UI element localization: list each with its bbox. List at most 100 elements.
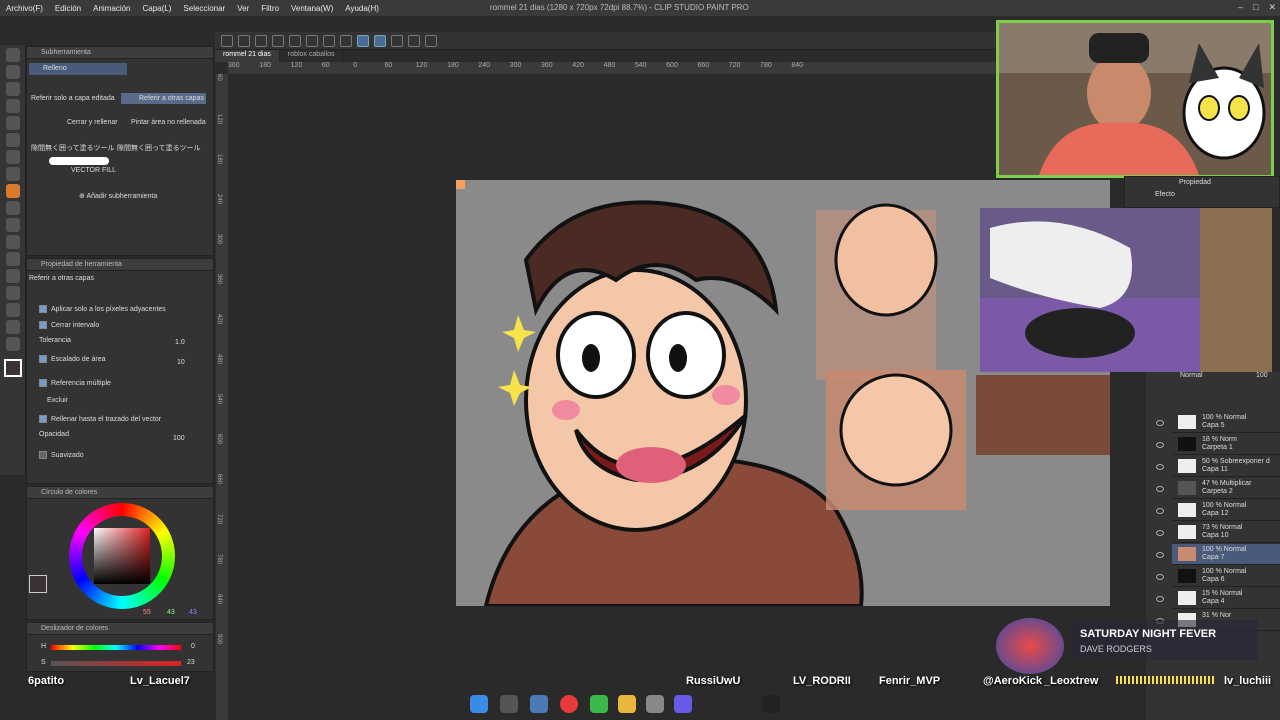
row-adjacent[interactable]: Aplicar solo a los píxeles adyacentes	[39, 305, 166, 313]
youtube-icon[interactable]	[560, 695, 578, 713]
subtool-refer-edited[interactable]: Referir solo a capa editada	[31, 95, 115, 102]
windows-start-icon[interactable]	[470, 695, 488, 713]
pencil-tool-icon[interactable]	[6, 150, 20, 164]
pen-tool-icon[interactable]	[6, 133, 20, 147]
gradient-tool-icon[interactable]	[6, 235, 20, 249]
opacity-value[interactable]: 100	[173, 435, 185, 442]
tool-property-tab[interactable]: Propiedad de herramienta	[27, 259, 213, 271]
layer-row[interactable]: 18 % Norm Carpeta 1	[1156, 434, 1280, 455]
row-tolerance[interactable]: Tolerancia	[39, 337, 71, 344]
fill-button[interactable]	[323, 34, 335, 47]
layer-row[interactable]: 100 % Normal Capa 5	[1156, 412, 1280, 433]
menu-view[interactable]: Ver	[231, 4, 255, 13]
rotate-button[interactable]	[408, 34, 420, 47]
brush-tool-icon[interactable]	[6, 167, 20, 181]
layer-blend-mode[interactable]: Normal	[1180, 372, 1203, 379]
layer-row[interactable]: 47 % Multiplicar Carpeta 2	[1156, 478, 1280, 499]
balloon-tool-icon[interactable]	[6, 320, 20, 334]
layer-opacity-value[interactable]: 100	[1256, 372, 1268, 379]
clear-button[interactable]	[306, 34, 318, 47]
layer-row[interactable]: 50 % Sobreexponer d Capa 11	[1156, 456, 1280, 477]
blend-tool-icon[interactable]	[6, 218, 20, 232]
tolerance-value[interactable]: 1.0	[175, 339, 185, 346]
main-color-swatch[interactable]	[4, 359, 22, 377]
color-slider-tab[interactable]: Deslizador de colores	[27, 623, 213, 635]
new-file-button[interactable]	[221, 34, 233, 47]
save-button[interactable]	[255, 34, 267, 47]
select-tool-icon[interactable]	[6, 82, 20, 96]
steam-icon[interactable]	[646, 695, 664, 713]
hue-slider[interactable]	[51, 645, 181, 650]
text-tool-icon[interactable]	[6, 303, 20, 317]
subtool-group-fill[interactable]: Relleno	[29, 63, 127, 75]
saturation-box[interactable]	[94, 528, 150, 584]
lasso-tool-icon[interactable]	[6, 99, 20, 113]
layer-row[interactable]: 100 % Normal Capa 12	[1156, 500, 1280, 521]
subtool-close-fill[interactable]: Cerrar y rellenar	[67, 119, 118, 126]
subtool-vector-fill[interactable]: VECTOR FILL	[71, 167, 116, 174]
menu-help[interactable]: Ayuda(H)	[339, 4, 385, 13]
color-wheel-panel: Círculo de colores 55 43 43	[26, 486, 214, 620]
discord-icon[interactable]	[674, 695, 692, 713]
frame-tool-icon[interactable]	[6, 269, 20, 283]
fill-tool-icon[interactable]	[6, 184, 20, 198]
subtool-tab[interactable]: Subherramienta	[27, 47, 213, 59]
snap-grid-button[interactable]	[391, 34, 403, 47]
row-exclude[interactable]: Excluir	[47, 397, 68, 404]
layer-row[interactable]: 15 % Normal Capa 4	[1156, 588, 1280, 609]
row-area-scale[interactable]: Escalado de área	[39, 355, 105, 363]
row-multi-ref[interactable]: Referencia múltiple	[39, 379, 111, 387]
menu-select[interactable]: Seleccionar	[177, 4, 231, 13]
maximize-icon[interactable]: □	[1253, 2, 1258, 13]
photos-icon[interactable]	[530, 695, 548, 713]
subtool-refer-others[interactable]: Referir a otras capas	[121, 93, 206, 104]
folder-icon[interactable]	[618, 695, 636, 713]
snap-special-button[interactable]	[374, 34, 386, 47]
chrome-icon[interactable]	[590, 695, 608, 713]
color-wheel-tab[interactable]: Círculo de colores	[27, 487, 213, 499]
menu-file[interactable]: Archivo(F)	[0, 4, 49, 13]
close-icon[interactable]: ✕	[1268, 2, 1276, 13]
row-fill-vector[interactable]: Rellenar hasta el trazado del vector	[39, 415, 161, 423]
properties-header[interactable]: Propiedad	[1179, 179, 1211, 186]
color-value-h: 55	[143, 609, 151, 616]
add-subtool-button[interactable]: ⊕ Añadir subherramienta	[79, 192, 157, 200]
menu-layer[interactable]: Capa(L)	[137, 4, 178, 13]
flip-button[interactable]	[425, 34, 437, 47]
move-tool-icon[interactable]	[6, 65, 20, 79]
layer-row[interactable]: 73 % Normal Capa 10	[1156, 522, 1280, 543]
tab-rommel[interactable]: rommel 21 dias	[215, 50, 280, 62]
row-opacity[interactable]: Opacidad	[39, 431, 69, 438]
ruler-tool-icon[interactable]	[6, 286, 20, 300]
row-smoothing[interactable]: Suavizado	[39, 451, 84, 459]
layer-row[interactable]: 100 % Normal Capa 6	[1156, 566, 1280, 587]
eraser-tool-icon[interactable]	[6, 201, 20, 215]
row-close-gap[interactable]: Cerrar intervalo	[39, 321, 99, 329]
undo-button[interactable]	[272, 34, 284, 47]
figure-tool-icon[interactable]	[6, 252, 20, 266]
subtool-paint-unfilled[interactable]: Pintar área no rellenada	[131, 119, 206, 126]
open-button[interactable]	[238, 34, 250, 47]
current-color-swatch[interactable]	[29, 575, 47, 593]
menu-edit[interactable]: Edición	[49, 4, 87, 13]
chat-user: RussiUwU	[686, 675, 741, 687]
layer-row-selected[interactable]: 100 % Normal Capa 7	[1156, 544, 1280, 565]
subtool-gapless-2[interactable]: 隙間無く囲って塗るツール	[117, 143, 201, 153]
capcut-icon[interactable]	[762, 695, 780, 713]
sat-slider[interactable]	[51, 661, 181, 666]
zoom-tool-icon[interactable]	[6, 48, 20, 62]
menu-animation[interactable]: Animación	[87, 4, 136, 13]
tab-roblox[interactable]: roblox caballos	[280, 50, 344, 62]
search-icon[interactable]	[500, 695, 518, 713]
menu-window[interactable]: Ventana(W)	[285, 4, 339, 13]
minimize-icon[interactable]: –	[1238, 2, 1243, 13]
area-scale-value[interactable]: 10	[177, 359, 185, 366]
subtool-gapless-1[interactable]: 隙間無く囲って塗るツール	[31, 143, 115, 153]
eyedropper-tool-icon[interactable]	[6, 116, 20, 130]
redo-button[interactable]	[289, 34, 301, 47]
menu-filter[interactable]: Filtro	[255, 4, 285, 13]
snap-ruler-button[interactable]	[357, 34, 369, 47]
color-wheel[interactable]	[69, 503, 175, 609]
transform-button[interactable]	[340, 34, 352, 47]
correct-line-tool-icon[interactable]	[6, 337, 20, 351]
